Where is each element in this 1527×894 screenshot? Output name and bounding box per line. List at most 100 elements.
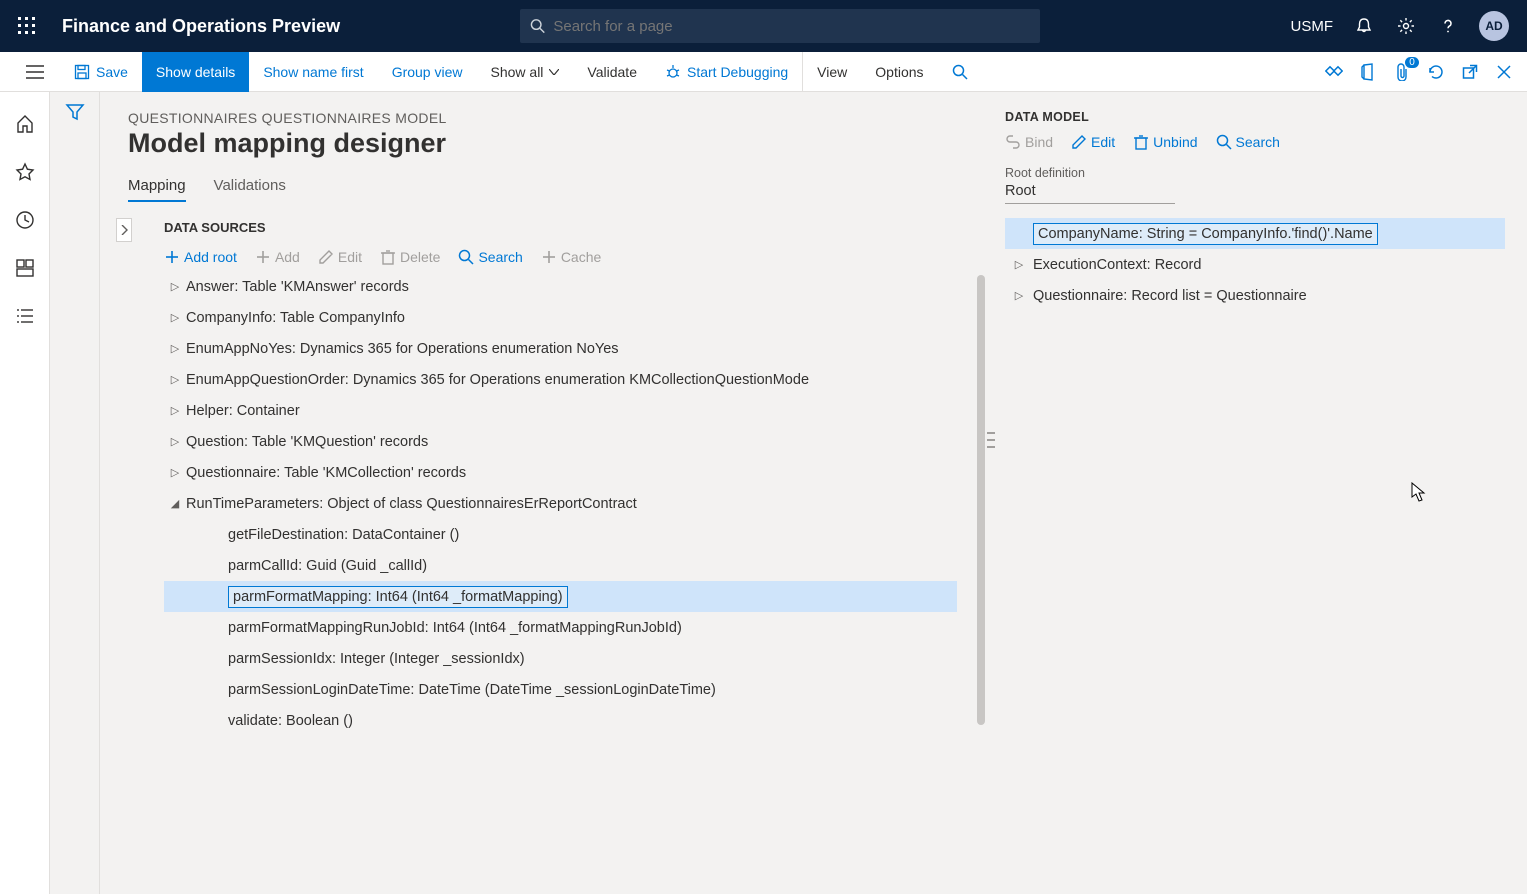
tree-row[interactable]: ▷Questionnaire: Record list = Questionna… <box>1005 280 1505 311</box>
help-icon[interactable] <box>1437 15 1459 37</box>
popout-icon[interactable] <box>1459 61 1481 83</box>
tree-twist-icon[interactable]: ▷ <box>164 311 186 324</box>
tree-twist-icon[interactable]: ▷ <box>1005 258 1033 271</box>
global-search[interactable] <box>520 9 1040 43</box>
breadcrumb: QUESTIONNAIRES QUESTIONNAIRES MODEL <box>128 110 987 126</box>
tree-row-label: parmFormatMappingRunJobId: Int64 (Int64 … <box>228 620 682 636</box>
root-definition-value[interactable]: Root <box>1005 183 1175 204</box>
office-addins-icon[interactable] <box>1323 61 1345 83</box>
workspaces-icon[interactable] <box>13 256 37 280</box>
panel-collapse-handle[interactable] <box>116 218 132 242</box>
home-icon[interactable] <box>13 112 37 136</box>
close-icon[interactable] <box>1493 61 1515 83</box>
command-search-icon[interactable] <box>938 52 982 92</box>
add-root-button[interactable]: Add root <box>164 249 237 265</box>
tree-twist-icon[interactable]: ▷ <box>164 404 186 417</box>
app-title: Finance and Operations Preview <box>62 16 340 37</box>
validate-button[interactable]: Validate <box>573 52 651 92</box>
start-debugging-button[interactable]: Start Debugging <box>651 52 802 92</box>
tree-row[interactable]: parmFormatMapping: Int64 (Int64 _formatM… <box>164 581 957 612</box>
unbind-button[interactable]: Unbind <box>1133 134 1197 150</box>
tree-row-label: parmSessionIdx: Integer (Integer _sessio… <box>228 651 525 667</box>
data-sources-heading: DATA SOURCES <box>164 220 987 235</box>
refresh-icon[interactable] <box>1425 61 1447 83</box>
tree-row[interactable]: ▷Questionnaire: Table 'KMCollection' rec… <box>164 457 957 488</box>
tree-row-label: Helper: Container <box>186 403 300 419</box>
tree-twist-icon[interactable]: ▷ <box>164 466 186 479</box>
tree-row[interactable]: CompanyName: String = CompanyInfo.'find(… <box>1005 218 1505 249</box>
tree-row[interactable]: validate: Boolean () <box>164 705 957 736</box>
command-bar: Save Show details Show name first Group … <box>0 52 1527 92</box>
mouse-cursor-icon <box>1411 482 1427 502</box>
recent-icon[interactable] <box>13 208 37 232</box>
show-name-first-button[interactable]: Show name first <box>249 52 377 92</box>
bind-button: Bind <box>1005 134 1053 150</box>
search-dm-button[interactable]: Search <box>1216 134 1280 150</box>
tree-row[interactable]: ▷EnumAppQuestionOrder: Dynamics 365 for … <box>164 364 957 395</box>
tree-row-label: getFileDestination: DataContainer () <box>228 527 459 543</box>
search-ds-button[interactable]: Search <box>458 249 522 265</box>
left-nav-rail <box>0 92 50 894</box>
tree-twist-icon[interactable]: ▷ <box>1005 289 1033 302</box>
company-label[interactable]: USMF <box>1291 18 1334 35</box>
root-definition-label: Root definition <box>1005 166 1505 180</box>
avatar[interactable]: AD <box>1479 11 1509 41</box>
bell-icon[interactable] <box>1353 15 1375 37</box>
tree-twist-icon[interactable]: ▷ <box>164 373 186 386</box>
tree-row[interactable]: parmSessionIdx: Integer (Integer _sessio… <box>164 643 957 674</box>
tree-row[interactable]: ▷Question: Table 'KMQuestion' records <box>164 426 957 457</box>
tree-row[interactable]: ▷Answer: Table 'KMAnswer' records <box>164 271 957 302</box>
options-menu[interactable]: Options <box>861 52 937 92</box>
tree-row[interactable]: parmFormatMappingRunJobId: Int64 (Int64 … <box>164 612 957 643</box>
delete-ds-button: Delete <box>380 249 440 265</box>
hamburger-icon[interactable] <box>24 61 46 83</box>
global-search-input[interactable] <box>553 18 1030 35</box>
show-all-dropdown[interactable]: Show all <box>477 52 574 92</box>
add-button: Add <box>255 249 300 265</box>
filter-icon[interactable] <box>63 100 87 124</box>
open-in-office-icon[interactable] <box>1357 61 1379 83</box>
tree-row-label: CompanyName: String = CompanyInfo.'find(… <box>1033 223 1378 245</box>
save-button[interactable]: Save <box>60 52 142 92</box>
tree-twist-icon[interactable]: ◢ <box>164 497 186 510</box>
tree-row-label: EnumAppQuestionOrder: Dynamics 365 for O… <box>186 372 809 388</box>
waffle-icon[interactable] <box>10 9 44 43</box>
tab-validations[interactable]: Validations <box>214 177 286 202</box>
tree-row-label: RunTimeParameters: Object of class Quest… <box>186 496 637 512</box>
group-view-button[interactable]: Group view <box>378 52 477 92</box>
tree-row-label: EnumAppNoYes: Dynamics 365 for Operation… <box>186 341 619 357</box>
chevron-down-icon <box>549 69 559 75</box>
tree-row[interactable]: ▷Helper: Container <box>164 395 957 426</box>
modules-icon[interactable] <box>13 304 37 328</box>
save-label: Save <box>96 64 128 80</box>
view-menu[interactable]: View <box>802 52 861 92</box>
tree-row[interactable]: ◢RunTimeParameters: Object of class Ques… <box>164 488 957 519</box>
tree-row-label: Questionnaire: Record list = Questionnai… <box>1033 288 1307 304</box>
attachments-icon[interactable]: 0 <box>1391 61 1413 83</box>
tree-row[interactable]: ▷EnumAppNoYes: Dynamics 365 for Operatio… <box>164 333 957 364</box>
scrollbar[interactable] <box>977 275 985 725</box>
splitter-handle[interactable] <box>987 432 995 448</box>
tab-mapping[interactable]: Mapping <box>128 177 186 202</box>
tree-twist-icon[interactable]: ▷ <box>164 342 186 355</box>
tree-row[interactable]: ▷CompanyInfo: Table CompanyInfo <box>164 302 957 333</box>
tree-row-label: ExecutionContext: Record <box>1033 257 1201 273</box>
tree-twist-icon[interactable]: ▷ <box>164 435 186 448</box>
show-details-button[interactable]: Show details <box>142 52 249 92</box>
tree-row[interactable]: parmSessionLoginDateTime: DateTime (Date… <box>164 674 957 705</box>
tree-row[interactable]: parmCallId: Guid (Guid _callId) <box>164 550 957 581</box>
tree-row-label: Question: Table 'KMQuestion' records <box>186 434 428 450</box>
attachments-count: 0 <box>1405 57 1419 68</box>
star-icon[interactable] <box>13 160 37 184</box>
edit-ds-button: Edit <box>318 249 362 265</box>
tree-twist-icon[interactable]: ▷ <box>164 280 186 293</box>
tree-row[interactable]: ▷ExecutionContext: Record <box>1005 249 1505 280</box>
page-title: Model mapping designer <box>128 128 987 159</box>
edit-dm-button[interactable]: Edit <box>1071 134 1115 150</box>
gear-icon[interactable] <box>1395 15 1417 37</box>
tree-row[interactable]: getFileDestination: DataContainer () <box>164 519 957 550</box>
tree-row-label: parmFormatMapping: Int64 (Int64 _formatM… <box>228 586 568 608</box>
global-header: Finance and Operations Preview USMF AD <box>0 0 1527 52</box>
data-sources-tree: ▷Answer: Table 'KMAnswer' records▷Compan… <box>164 271 987 736</box>
cache-button: Cache <box>541 249 601 265</box>
